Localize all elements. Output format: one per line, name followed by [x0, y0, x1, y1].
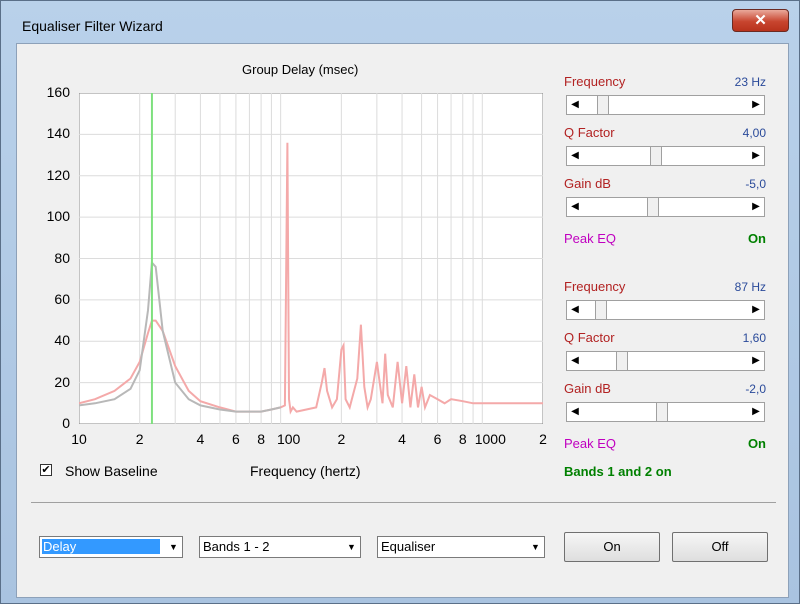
scroll-right-icon[interactable]: ▶ — [748, 403, 764, 421]
slider-thumb[interactable] — [655, 403, 668, 421]
y-tick-label: 160 — [46, 84, 70, 100]
x-tick-label: 4 — [196, 431, 205, 447]
x-tick-label: 2 — [539, 431, 547, 447]
band2-frequency-slider[interactable]: ◀ ▶ — [566, 300, 765, 320]
y-tick-label: 40 — [54, 332, 70, 349]
scroll-left-icon[interactable]: ◀ — [567, 403, 583, 421]
scroll-left-icon[interactable]: ◀ — [567, 198, 583, 216]
dropdown-arrow-icon[interactable]: ▼ — [527, 537, 544, 557]
slider-thumb[interactable] — [615, 352, 628, 370]
band1-gain-label: Gain dB — [564, 176, 611, 191]
band2-q-slider[interactable]: ◀ ▶ — [566, 351, 765, 371]
y-tick-label: 0 — [62, 415, 70, 431]
band2-frequency-value: 87 Hz — [734, 280, 766, 294]
slider-thumb[interactable] — [649, 147, 662, 165]
y-tick-label: 80 — [54, 249, 70, 266]
band2-state: On — [747, 436, 766, 451]
view-select[interactable]: Delay ▼ — [39, 536, 183, 558]
slider-thumb[interactable] — [595, 301, 608, 319]
x-axis-label: Frequency (hertz) — [250, 463, 361, 479]
chart-title: Group Delay (msec) — [242, 62, 359, 77]
band1-frequency-slider[interactable]: ◀ ▶ — [566, 95, 765, 115]
show-baseline-text: Show Baseline — [65, 463, 158, 479]
x-tick-label: 1000 — [474, 431, 506, 447]
scroll-left-icon[interactable]: ◀ — [567, 301, 583, 319]
mode-select[interactable]: Equaliser ▼ — [377, 536, 545, 558]
y-tick-label: 120 — [46, 166, 70, 183]
show-baseline-checkbox[interactable]: ✔ — [40, 464, 52, 476]
band1-state: On — [747, 231, 766, 246]
divider — [31, 502, 776, 503]
scroll-right-icon[interactable]: ▶ — [748, 301, 764, 319]
on-button[interactable]: On — [564, 532, 660, 562]
scroll-right-icon[interactable]: ▶ — [748, 96, 764, 114]
y-tick-label: 140 — [46, 125, 70, 142]
band2-gain-slider[interactable]: ◀ ▶ — [566, 402, 765, 422]
close-button[interactable]: ✕ — [732, 9, 789, 32]
scroll-right-icon[interactable]: ▶ — [748, 147, 764, 165]
band1-gain-value: -5,0 — [745, 177, 766, 191]
x-tick-label: 2 — [135, 431, 144, 447]
bands-select-value: Bands 1 - 2 — [203, 539, 270, 554]
band1-type-label: Peak EQ — [564, 231, 617, 246]
scroll-left-icon[interactable]: ◀ — [567, 352, 583, 370]
y-tick-label: 60 — [54, 290, 70, 307]
x-tick-label: 100 — [276, 431, 301, 447]
mode-select-value: Equaliser — [381, 539, 436, 554]
slider-thumb[interactable] — [596, 96, 609, 114]
x-tick-label: 4 — [398, 431, 406, 447]
y-tick-label: 100 — [46, 208, 70, 225]
band2-type-label: Peak EQ — [564, 436, 617, 451]
bands-status: Bands 1 and 2 on — [564, 464, 672, 479]
window-title: Equaliser Filter Wizard — [22, 18, 163, 34]
title-bar: Equaliser Filter Wizard ✕ — [1, 1, 800, 41]
show-baseline-label: Show Baseline — [65, 463, 158, 479]
group-delay-chart — [79, 93, 543, 424]
scroll-left-icon[interactable]: ◀ — [567, 96, 583, 114]
scroll-right-icon[interactable]: ▶ — [748, 198, 764, 216]
off-button[interactable]: Off — [672, 532, 768, 562]
dropdown-arrow-icon[interactable]: ▼ — [343, 537, 360, 557]
slider-thumb[interactable] — [646, 198, 659, 216]
band2-q-value: 1,60 — [742, 331, 766, 345]
band1-frequency-value: 23 Hz — [734, 75, 766, 89]
scroll-right-icon[interactable]: ▶ — [748, 352, 764, 370]
y-tick-label: 20 — [54, 373, 70, 390]
band1-frequency-label: Frequency — [564, 74, 626, 89]
x-tick-label: 2 — [337, 431, 346, 447]
bands-select[interactable]: Bands 1 - 2 ▼ — [199, 536, 361, 558]
band1-gain-slider[interactable]: ◀ ▶ — [566, 197, 765, 217]
band2-frequency-label: Frequency — [564, 279, 626, 294]
band2-gain-label: Gain dB — [564, 381, 611, 396]
band1-q-value: 4,00 — [742, 126, 766, 140]
band1-q-slider[interactable]: ◀ ▶ — [566, 146, 765, 166]
dropdown-arrow-icon[interactable]: ▼ — [165, 537, 182, 557]
band2-gain-value: -2,0 — [745, 382, 766, 396]
band1-q-label: Q Factor — [564, 125, 615, 140]
view-select-value: Delay — [42, 539, 160, 554]
scroll-left-icon[interactable]: ◀ — [567, 147, 583, 165]
x-tick-label: 10 — [71, 431, 87, 447]
band2-q-label: Q Factor — [564, 330, 615, 345]
